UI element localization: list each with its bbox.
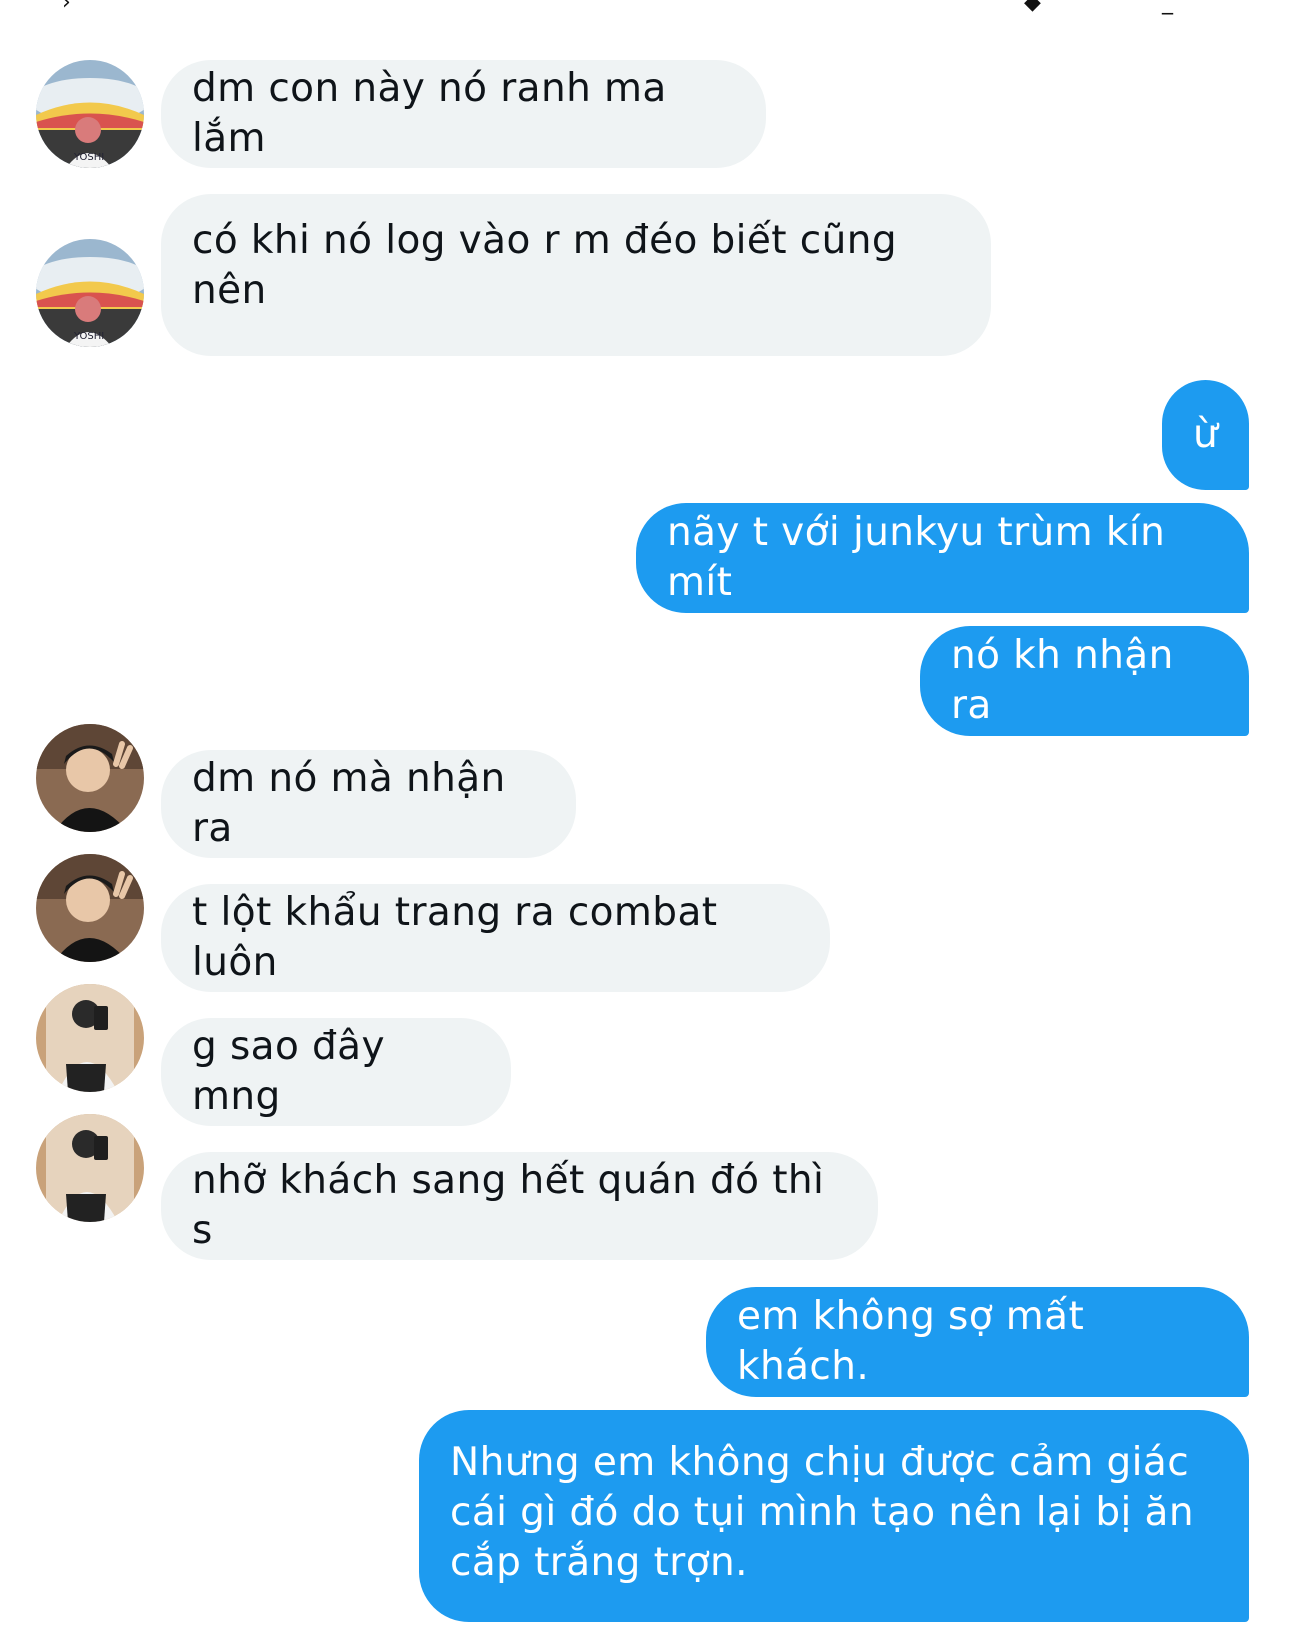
stadium-photo-icon: YOSHI — [36, 60, 144, 168]
avatar[interactable] — [36, 984, 144, 1092]
message-text: dm con này nó ranh ma lắm — [192, 66, 680, 161]
message-text: có khi nó log vào r m đéo biết cũng nên — [192, 218, 898, 313]
message-text: nhỡ khách sang hết quán đó thì s — [192, 1158, 838, 1253]
outgoing-message-bubble[interactable]: nãy t với junkyu trùm kín mít — [636, 503, 1249, 613]
avatar[interactable]: YOSHI — [36, 60, 144, 168]
stadium-photo-icon: YOSHI — [36, 239, 144, 347]
avatar[interactable]: YOSHI — [36, 239, 144, 347]
outgoing-message-bubble[interactable]: nó kh nhận ra — [920, 626, 1249, 736]
message-text: nó kh nhận ra — [951, 633, 1187, 728]
outgoing-message-bubble[interactable]: em không sợ mất khách. — [706, 1287, 1249, 1397]
avatar[interactable] — [36, 1114, 144, 1222]
outgoing-message-bubble[interactable]: Nhưng em không chịu được cảm giác cái gì… — [419, 1410, 1249, 1622]
peace-sign-photo-icon — [36, 724, 144, 832]
message-thread: YOSHI YOSHI dm con này nó ranh ma lắm có… — [0, 0, 1290, 1630]
incoming-message-bubble[interactable]: nhỡ khách sang hết quán đó thì s — [161, 1152, 878, 1260]
svg-text:YOSHI: YOSHI — [73, 331, 104, 342]
message-text: em không sợ mất khách. — [737, 1294, 1097, 1389]
message-text: ừ — [1192, 412, 1219, 457]
avatar[interactable] — [36, 854, 144, 962]
mirror-selfie-photo-icon — [36, 1114, 144, 1222]
incoming-message-bubble[interactable]: có khi nó log vào r m đéo biết cũng nên — [161, 194, 991, 356]
message-text: t lột khẩu trang ra combat luôn — [192, 890, 731, 985]
svg-text:YOSHI: YOSHI — [73, 152, 104, 163]
peace-sign-photo-icon — [36, 854, 144, 962]
incoming-message-bubble[interactable]: dm con này nó ranh ma lắm — [161, 60, 766, 168]
incoming-message-bubble[interactable]: g sao đây mng — [161, 1018, 511, 1126]
avatar[interactable] — [36, 724, 144, 832]
incoming-message-bubble[interactable]: dm nó mà nhận ra — [161, 750, 576, 858]
message-text: dm nó mà nhận ra — [192, 756, 519, 851]
incoming-message-bubble[interactable]: t lột khẩu trang ra combat luôn — [161, 884, 830, 992]
message-text: nãy t với junkyu trùm kín mít — [667, 510, 1178, 605]
message-text: g sao đây mng — [192, 1024, 398, 1119]
outgoing-message-bubble[interactable]: ừ — [1162, 380, 1249, 490]
message-text: Nhưng em không chịu được cảm giác cái gì… — [450, 1440, 1194, 1585]
mirror-selfie-photo-icon — [36, 984, 144, 1092]
